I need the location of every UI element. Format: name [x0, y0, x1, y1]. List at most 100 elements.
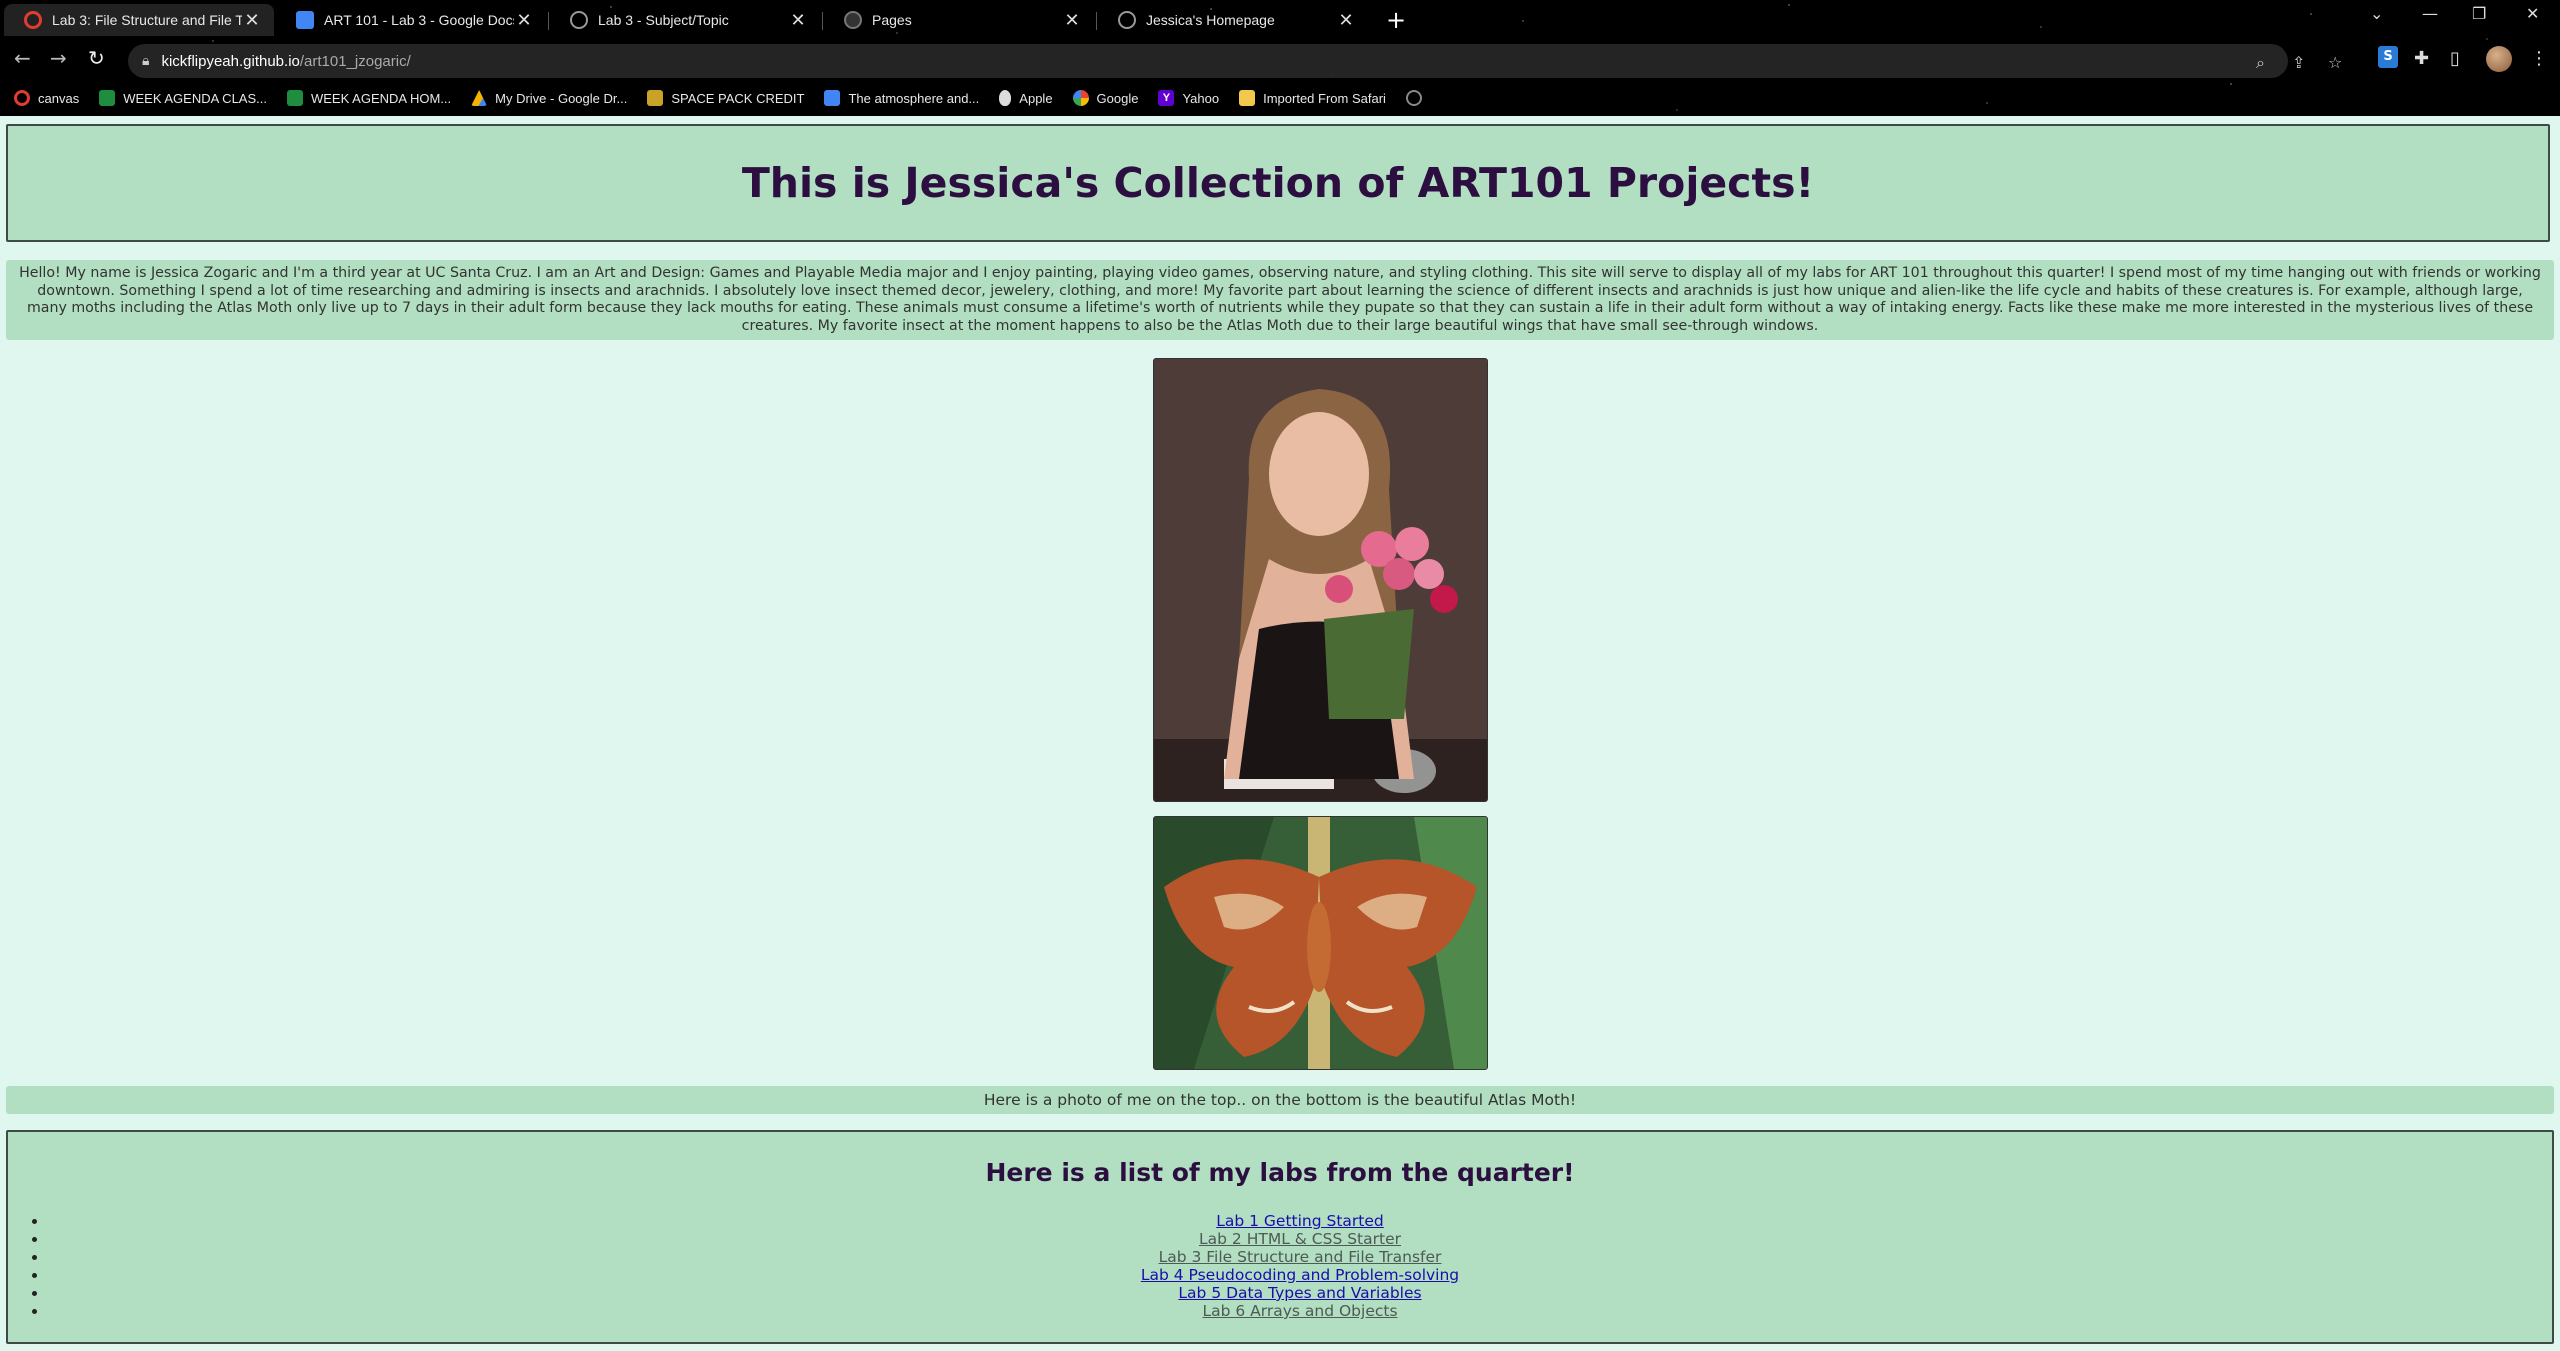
- yahoo-icon: Y: [1158, 90, 1175, 106]
- list-item: Lab 2 HTML & CSS Starter: [48, 1230, 2552, 1248]
- close-icon[interactable]: ✕: [1062, 10, 1082, 31]
- bookmark-label: WEEK AGENDA CLAS...: [123, 90, 267, 106]
- sheets-icon: [286, 90, 303, 106]
- bookmark-label: SPACE PACK CREDIT: [671, 90, 805, 106]
- tab-title: Lab 3 - Subject/Topic: [598, 12, 729, 28]
- page-title: This is Jessica's Collection of ART101 P…: [741, 159, 1815, 207]
- photo-caption: Here is a photo of me on the top.. on th…: [983, 1091, 1577, 1109]
- lab-4-link[interactable]: Lab 4 Pseudocoding and Problem-solving: [1141, 1266, 1459, 1284]
- lab-5-link[interactable]: Lab 5 Data Types and Variables: [1178, 1284, 1421, 1302]
- tab-title: Lab 3: File Structure and File Transfer: [52, 12, 242, 28]
- back-arrow-icon[interactable]: ←: [14, 46, 31, 70]
- lock-icon[interactable]: 🔒︎: [142, 53, 149, 69]
- extensions-puzzle-icon[interactable]: ✚: [2414, 48, 2429, 69]
- bookmark-atmosphere[interactable]: The atmosphere and...: [824, 90, 979, 106]
- menu-kebab-icon[interactable]: ⋮: [2530, 48, 2548, 69]
- lab-3-link[interactable]: Lab 3 File Structure and File Transfer: [1159, 1248, 1442, 1266]
- restore-icon[interactable]: ❐: [2472, 4, 2486, 23]
- close-icon[interactable]: ✕: [788, 10, 808, 31]
- tab-title: Pages: [872, 12, 912, 28]
- tab-search-chevron-icon[interactable]: ⌄: [2370, 4, 2383, 23]
- bookmarks-bar: canvas WEEK AGENDA CLAS... WEEK AGENDA H…: [0, 84, 2560, 112]
- bookmark-apple[interactable]: Apple: [999, 90, 1053, 106]
- bookmark-week-agenda-home[interactable]: WEEK AGENDA HOM...: [286, 90, 452, 106]
- bookmark-label: canvas: [38, 90, 80, 106]
- intro-paragraph: Hello! My name is Jessica Zogaric and I'…: [19, 265, 2541, 334]
- bookmark-overflow[interactable]: [1405, 90, 1430, 106]
- extension-s-icon[interactable]: S: [2378, 46, 2398, 68]
- atlas-moth-photo: [1153, 816, 1488, 1070]
- address-bar[interactable]: 🔒︎ kickflipyeah.github.io/art101_jzogari…: [128, 44, 2342, 78]
- canvas-icon: [24, 11, 42, 29]
- bookmark-canvas[interactable]: canvas: [14, 90, 79, 106]
- tab-google-docs[interactable]: ART 101 - Lab 3 - Google Docs ✕: [276, 4, 546, 36]
- photo-caption-box: Here is a photo of me on the top.. on th…: [6, 1086, 2554, 1114]
- close-window-icon[interactable]: ✕: [2526, 4, 2539, 23]
- portrait-photo: [1153, 358, 1488, 802]
- bookmark-label: Imported From Safari: [1263, 90, 1386, 106]
- globe-icon: [1118, 11, 1136, 29]
- drive-icon: [471, 90, 488, 106]
- profile-avatar[interactable]: [2486, 46, 2512, 72]
- tab-title: Jessica's Homepage: [1146, 12, 1275, 28]
- list-item: Lab 6 Arrays and Objects: [48, 1302, 2552, 1320]
- new-tab-plus-icon[interactable]: +: [1386, 6, 1406, 34]
- bookmark-my-drive[interactable]: My Drive - Google Dr...: [471, 90, 627, 106]
- list-item: Lab 5 Data Types and Variables: [48, 1284, 2552, 1302]
- canvas-icon: [14, 90, 30, 106]
- browser-chrome: Lab 3: File Structure and File Transfer …: [0, 0, 2560, 116]
- bookmark-space-pack-credit[interactable]: SPACE PACK CREDIT: [647, 90, 804, 106]
- tab-separator: [1096, 12, 1097, 30]
- lab-6-link[interactable]: Lab 6 Arrays and Objects: [1202, 1302, 1397, 1320]
- close-icon[interactable]: ✕: [514, 10, 534, 31]
- bookmark-label: Google: [1096, 90, 1139, 106]
- globe-icon: [570, 11, 588, 29]
- bookmark-yahoo[interactable]: Y Yahoo: [1158, 90, 1219, 106]
- forward-arrow-icon[interactable]: →: [50, 46, 67, 70]
- bookmark-label: Yahoo: [1182, 90, 1220, 106]
- close-icon[interactable]: ✕: [1336, 10, 1356, 31]
- tab-strip: Lab 3: File Structure and File Transfer …: [0, 0, 2560, 38]
- close-icon[interactable]: ✕: [242, 10, 262, 31]
- atlas-moth-illustration: [1154, 817, 1487, 1069]
- labs-heading: Here is a list of my labs from the quart…: [985, 1158, 1575, 1187]
- lab-2-link[interactable]: Lab 2 HTML & CSS Starter: [1199, 1230, 1401, 1248]
- tab-subject-topic[interactable]: Lab 3 - Subject/Topic ✕: [550, 4, 820, 36]
- list-item: Lab 4 Pseudocoding and Problem-solving: [48, 1266, 2552, 1284]
- bookmark-google[interactable]: Google: [1072, 90, 1139, 106]
- bookmark-label: Apple: [1019, 90, 1053, 106]
- page-content: This is Jessica's Collection of ART101 P…: [0, 118, 2560, 1351]
- reload-icon[interactable]: ↻: [88, 46, 105, 70]
- docs-icon: [824, 90, 841, 106]
- portrait-illustration: [1154, 359, 1487, 801]
- google-docs-icon: [296, 11, 314, 29]
- apple-icon: [999, 90, 1012, 106]
- url-path: /art101_jzogaric/: [299, 52, 411, 70]
- share-icon[interactable]: ⇪: [2292, 53, 2305, 72]
- minimize-icon[interactable]: —: [2422, 4, 2438, 23]
- bookmark-star-icon[interactable]: ☆: [2328, 53, 2342, 72]
- google-icon: [1072, 90, 1089, 106]
- tab-separator: [548, 12, 549, 30]
- tab-pages[interactable]: Pages ✕: [824, 4, 1094, 36]
- browser-toolbar: ← → ↻ 🔒︎ kickflipyeah.github.io/art101_j…: [0, 40, 2560, 78]
- url-host: kickflipyeah.github.io: [161, 52, 300, 70]
- bookmark-label: My Drive - Google Dr...: [495, 90, 628, 106]
- bookmark-week-agenda-class[interactable]: WEEK AGENDA CLAS...: [99, 90, 267, 106]
- github-icon: [844, 11, 862, 29]
- bookmark-label: WEEK AGENDA HOM...: [310, 90, 452, 106]
- zoom-magnifier-icon[interactable]: ⌕: [2256, 53, 2265, 73]
- globe-icon: [1405, 90, 1422, 106]
- tab-lab3-canvas[interactable]: Lab 3: File Structure and File Transfer …: [4, 4, 274, 36]
- folder-icon: [1239, 90, 1256, 106]
- tab-jessicas-homepage[interactable]: Jessica's Homepage ✕: [1098, 4, 1368, 36]
- sheets-icon: [99, 90, 116, 106]
- bookmark-label: The atmosphere and...: [848, 90, 980, 106]
- image-icon: [647, 90, 664, 106]
- lab-1-link[interactable]: Lab 1 Getting Started: [1216, 1212, 1384, 1230]
- tab-title: ART 101 - Lab 3 - Google Docs: [324, 12, 514, 28]
- list-item: Lab 3 File Structure and File Transfer: [48, 1248, 2552, 1266]
- side-panel-icon[interactable]: ▯: [2450, 48, 2460, 69]
- labs-list: Lab 1 Getting Started Lab 2 HTML & CSS S…: [8, 1212, 2552, 1320]
- bookmark-imported-from-safari[interactable]: Imported From Safari: [1239, 90, 1386, 106]
